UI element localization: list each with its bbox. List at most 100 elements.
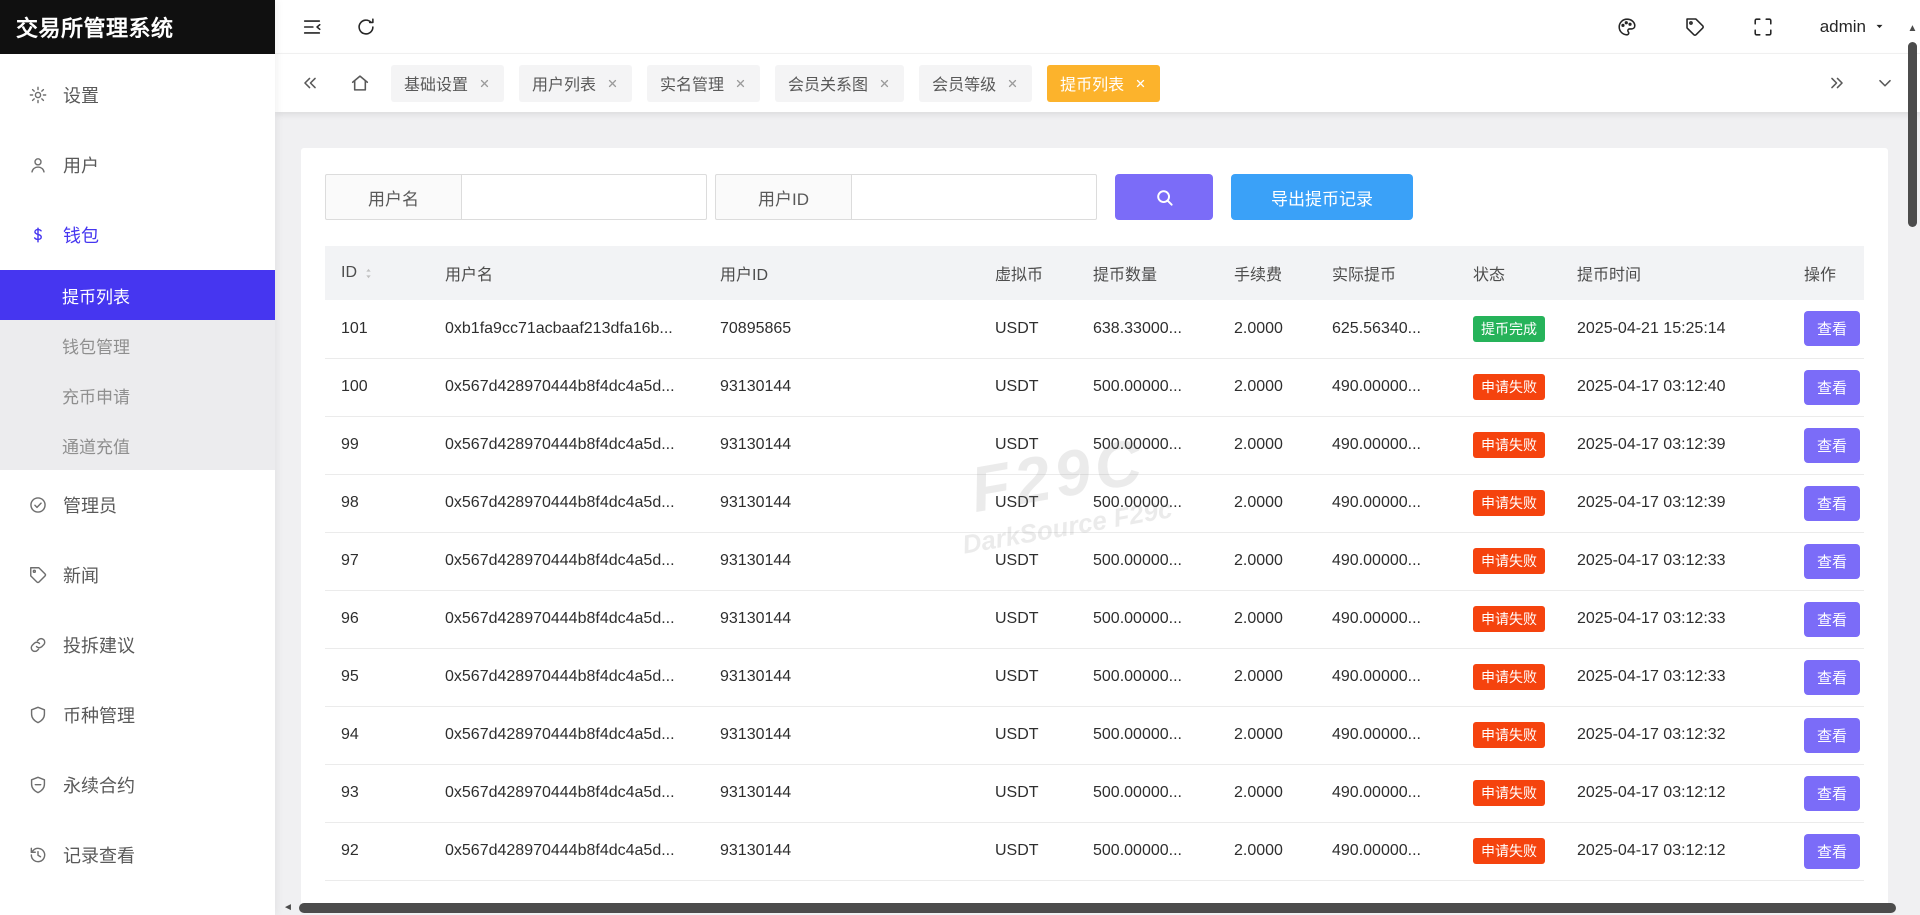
cell-action: 查看 <box>1788 532 1864 590</box>
export-withdraw-records-button[interactable]: 导出提币记录 <box>1231 174 1413 220</box>
shield-line-icon <box>28 775 48 795</box>
cell-amount: 500.00000... <box>1077 706 1218 764</box>
tab-member-level[interactable]: 会员等级 <box>919 65 1032 102</box>
tab-realname-manage[interactable]: 实名管理 <box>647 65 760 102</box>
view-button[interactable]: 查看 <box>1804 544 1860 579</box>
app-window: 交易所管理系统 设置用户钱包提币列表钱包管理充币申请通道充值管理员新闻投拆建议币… <box>0 0 1920 915</box>
view-button[interactable]: 查看 <box>1804 311 1860 346</box>
cell-status: 申请失败 <box>1457 532 1561 590</box>
close-icon[interactable] <box>1134 77 1147 90</box>
column-label: 手续费 <box>1234 261 1282 285</box>
cell-id: 94 <box>325 706 429 764</box>
close-icon[interactable] <box>478 77 491 90</box>
user-name: admin <box>1820 17 1866 37</box>
sidebar-item-wallet-manage[interactable]: 钱包管理 <box>0 320 275 370</box>
sidebar-submenu: 提币列表钱包管理充币申请通道充值 <box>0 270 275 470</box>
fullscreen-icon[interactable] <box>1752 16 1774 38</box>
search-toolbar: 用户名 用户ID 导出提币记录 <box>325 174 1864 220</box>
column-header-user_id: 用户ID <box>704 246 979 300</box>
cell-time: 2025-04-21 15:25:14 <box>1561 300 1788 358</box>
sidebar-menu: 设置用户钱包提币列表钱包管理充币申请通道充值管理员新闻投拆建议币种管理永续合约记… <box>0 54 275 915</box>
cell-amount: 500.00000... <box>1077 358 1218 416</box>
vertical-scrollbar-thumb[interactable] <box>1908 42 1917 227</box>
view-button[interactable]: 查看 <box>1804 718 1860 753</box>
sidebar-item-deposit-apply[interactable]: 充币申请 <box>0 370 275 420</box>
refresh-icon[interactable] <box>355 16 377 38</box>
status-badge: 申请失败 <box>1473 432 1545 458</box>
sidebar-item-coin-manage[interactable]: 币种管理 <box>0 680 275 750</box>
close-icon[interactable] <box>1006 77 1019 90</box>
cell-username: 0x567d428970444b8f4dc4a5d... <box>429 822 704 880</box>
cell-time: 2025-04-17 03:12:32 <box>1561 706 1788 764</box>
view-button[interactable]: 查看 <box>1804 660 1860 695</box>
table-row: 970x567d428970444b8f4dc4a5d...93130144US… <box>325 532 1864 590</box>
palette-icon[interactable] <box>1616 16 1638 38</box>
cell-user_id: 93130144 <box>704 474 979 532</box>
cell-id: 95 <box>325 648 429 706</box>
sidebar-item-withdraw-list[interactable]: 提币列表 <box>0 270 275 320</box>
cell-action: 查看 <box>1788 590 1864 648</box>
cell-user_id: 93130144 <box>704 648 979 706</box>
scroll-left-icon[interactable]: ◄ <box>283 903 293 913</box>
caret-down-icon <box>1873 20 1886 33</box>
sidebar-item-admins[interactable]: 管理员 <box>0 470 275 540</box>
close-icon[interactable] <box>606 77 619 90</box>
sort-icon[interactable] <box>361 266 376 281</box>
sidebar-item-users[interactable]: 用户 <box>0 130 275 200</box>
status-badge: 申请失败 <box>1473 664 1545 690</box>
scroll-up-icon[interactable]: ▲ <box>1908 24 1918 34</box>
view-button[interactable]: 查看 <box>1804 486 1860 521</box>
sidebar-item-wallet[interactable]: 钱包 <box>0 200 275 270</box>
home-icon <box>349 72 371 94</box>
topbar: admin <box>275 0 1920 54</box>
view-button[interactable]: 查看 <box>1804 428 1860 463</box>
cell-id: 98 <box>325 474 429 532</box>
tab-member-graph[interactable]: 会员关系图 <box>775 65 904 102</box>
tabs-forward-button[interactable] <box>1826 72 1848 94</box>
username-input[interactable] <box>461 174 707 220</box>
close-icon[interactable] <box>878 77 891 90</box>
cell-time: 2025-04-17 03:12:39 <box>1561 474 1788 532</box>
view-button[interactable]: 查看 <box>1804 370 1860 405</box>
sidebar-item-perpetual[interactable]: 永续合约 <box>0 750 275 820</box>
tabs-menu-button[interactable] <box>1874 72 1896 94</box>
cell-time: 2025-04-17 03:12:33 <box>1561 648 1788 706</box>
cell-user_id: 93130144 <box>704 532 979 590</box>
cell-time: 2025-04-17 03:12:40 <box>1561 358 1788 416</box>
sidebar-item-label: 钱包管理 <box>62 333 130 358</box>
tab-user-list[interactable]: 用户列表 <box>519 65 632 102</box>
view-button[interactable]: 查看 <box>1804 602 1860 637</box>
cell-user_id: 93130144 <box>704 822 979 880</box>
tag-icon[interactable] <box>1684 16 1706 38</box>
status-badge: 申请失败 <box>1473 374 1545 400</box>
cell-amount: 638.33000... <box>1077 300 1218 358</box>
tab-bar: 基础设置用户列表实名管理会员关系图会员等级提币列表 <box>275 54 1920 112</box>
tab-basic-settings[interactable]: 基础设置 <box>391 65 504 102</box>
sidebar-item-label: 通道充值 <box>62 433 130 458</box>
history-icon <box>28 845 48 865</box>
column-header-id: ID <box>325 246 429 300</box>
table-header: ID用户名用户ID虚拟币提币数量手续费实际提币状态提币时间操作 <box>325 246 1864 300</box>
tabs-back-button[interactable] <box>299 72 321 94</box>
horizontal-scrollbar-thumb[interactable] <box>299 903 1896 913</box>
sidebar-item-feedback[interactable]: 投拆建议 <box>0 610 275 680</box>
column-label: 操作 <box>1804 261 1836 285</box>
sidebar-item-channel-recharge[interactable]: 通道充值 <box>0 420 275 470</box>
cell-id: 97 <box>325 532 429 590</box>
sidebar-item-records[interactable]: 记录查看 <box>0 820 275 890</box>
cell-amount: 500.00000... <box>1077 764 1218 822</box>
user-menu[interactable]: admin <box>1820 17 1886 37</box>
search-button[interactable] <box>1115 174 1213 220</box>
sidebar-item-settings[interactable]: 设置 <box>0 60 275 130</box>
close-icon[interactable] <box>734 77 747 90</box>
vertical-scrollbar[interactable]: ▲ <box>1905 0 1920 915</box>
view-button[interactable]: 查看 <box>1804 834 1860 869</box>
home-tab-button[interactable] <box>349 72 371 94</box>
horizontal-scrollbar[interactable]: ◄ <box>275 900 1920 915</box>
status-badge: 申请失败 <box>1473 780 1545 806</box>
sidebar-item-news[interactable]: 新闻 <box>0 540 275 610</box>
menu-fold-icon[interactable] <box>301 16 323 38</box>
tab-withdraw-list[interactable]: 提币列表 <box>1047 65 1160 102</box>
userid-input[interactable] <box>851 174 1097 220</box>
view-button[interactable]: 查看 <box>1804 776 1860 811</box>
